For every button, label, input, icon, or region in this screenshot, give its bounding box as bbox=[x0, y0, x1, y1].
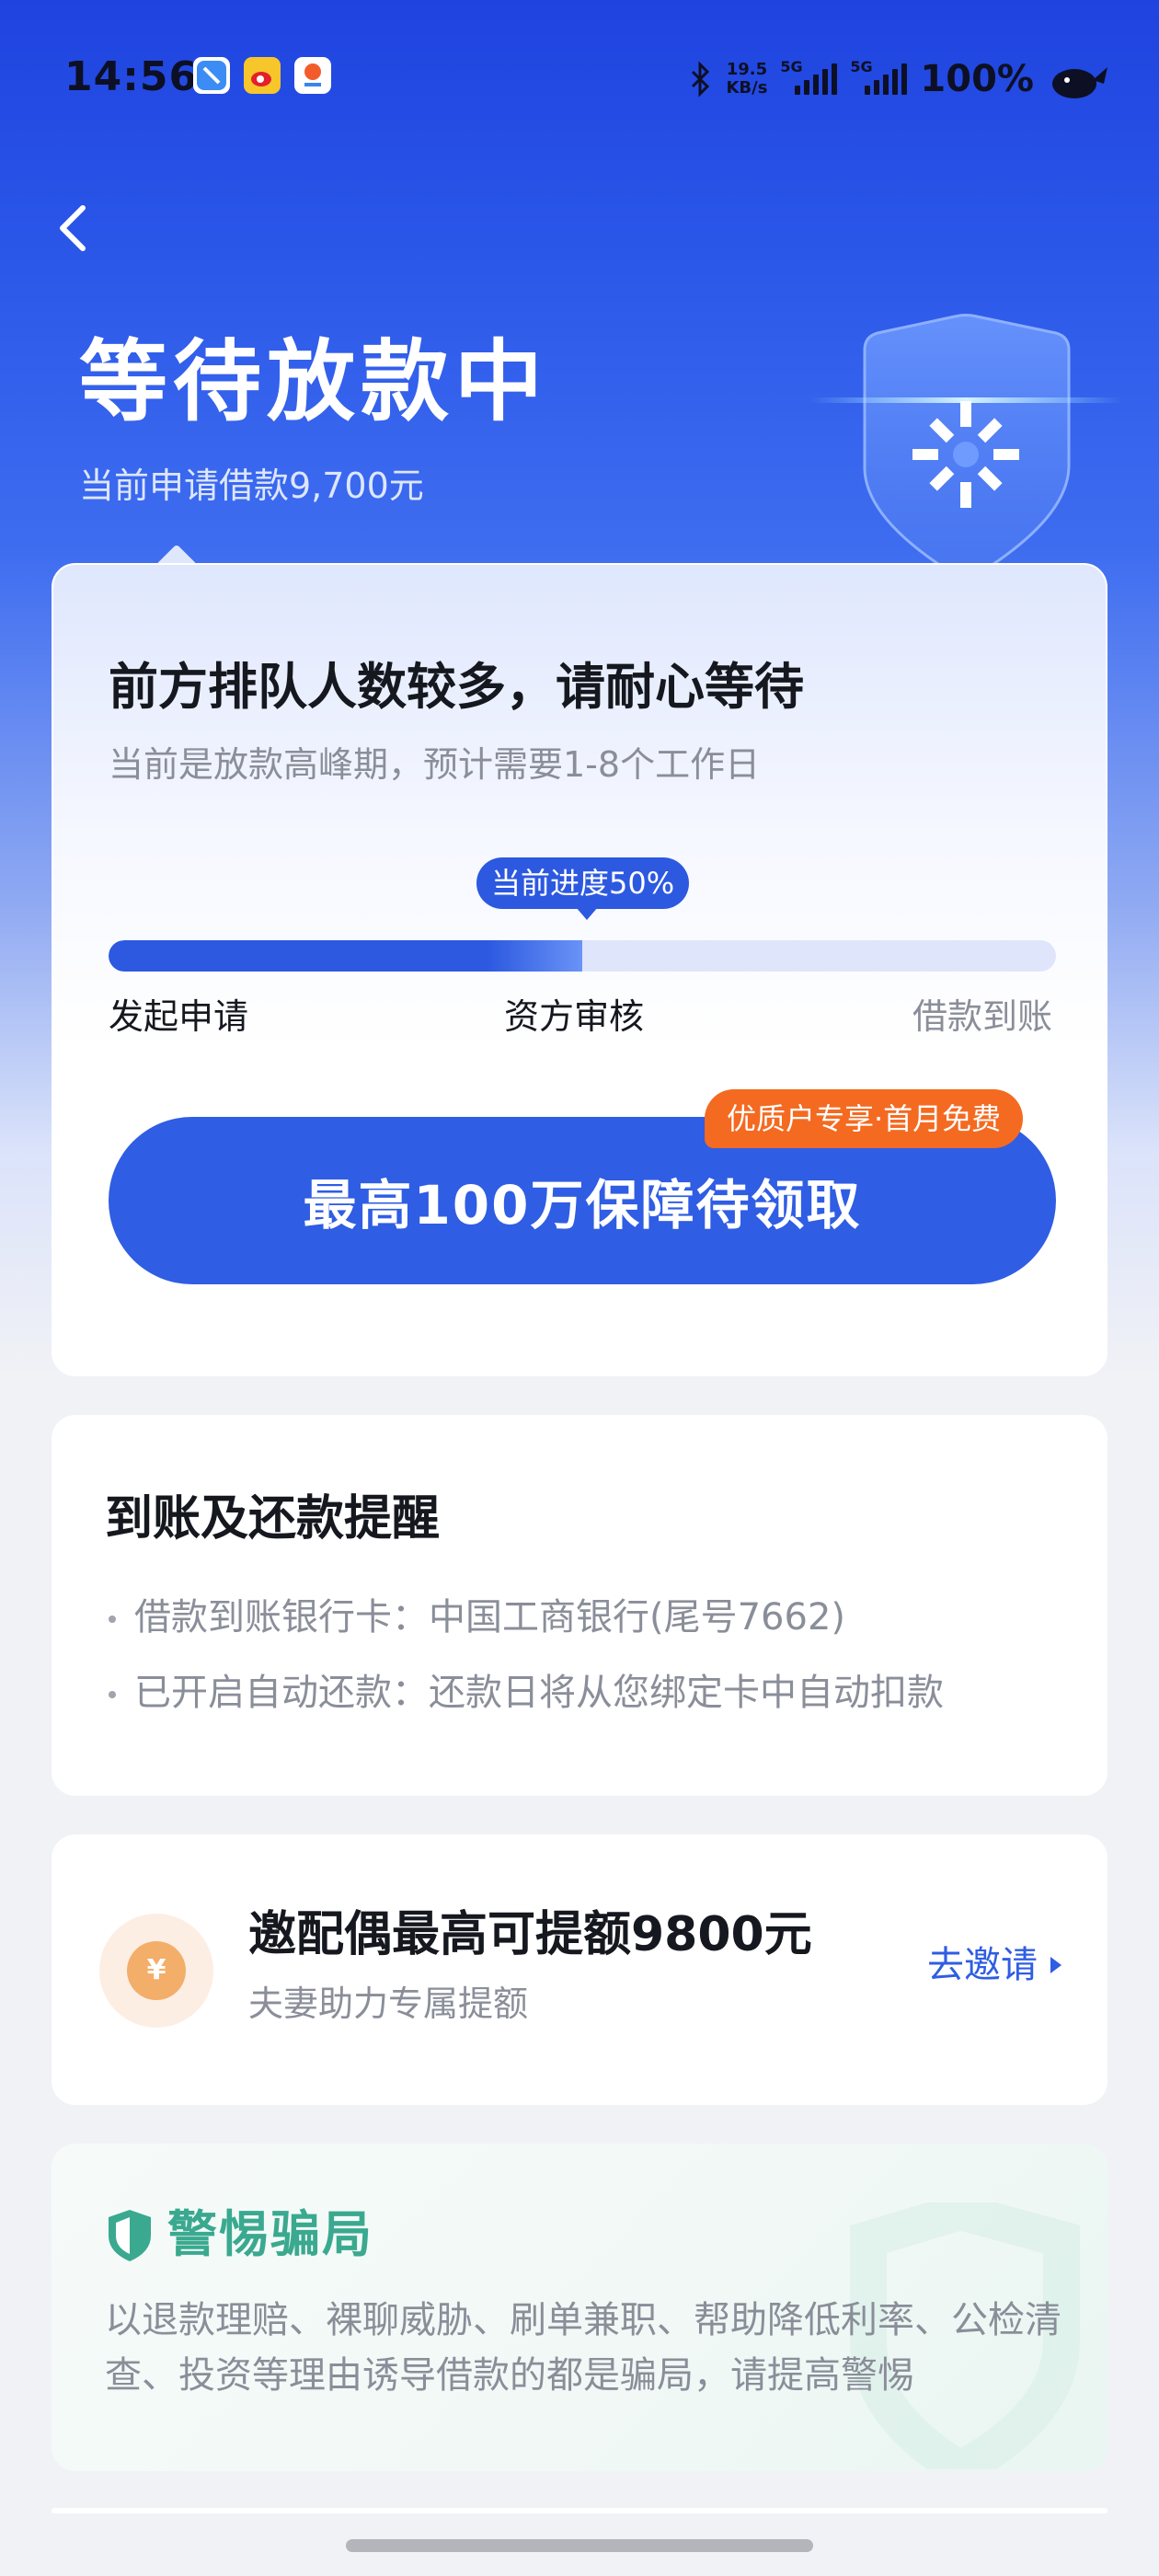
map-app-icon bbox=[294, 57, 331, 94]
invite-subtitle: 夫妻助力专属提额 bbox=[248, 1984, 529, 2024]
page-title: 等待放款中 bbox=[79, 330, 548, 433]
warning-text: 以退款理赔、裸聊威胁、刷单兼职、帮助降低利率、公检清查、投资等理由诱导借款的都是… bbox=[105, 2299, 1061, 2397]
home-indicator[interactable] bbox=[346, 2539, 813, 2552]
shield-logo-icon bbox=[809, 314, 1122, 583]
next-card-edge bbox=[52, 2508, 1107, 2513]
signal-sim2-icon: 5G bbox=[850, 58, 908, 95]
invite-spouse-card[interactable]: ¥ 邀配偶最高可提额9800元 夫妻助力专属提额 去邀请 bbox=[52, 1834, 1107, 2105]
reminder-item-text: 已开启自动还款：还款日将从您绑定卡中自动扣款 bbox=[134, 1672, 944, 1714]
bullet-icon bbox=[109, 1616, 116, 1623]
network-speed: 19.5 KB/s bbox=[726, 61, 767, 98]
caret-right-icon bbox=[1050, 1957, 1061, 1973]
bluetooth-icon bbox=[692, 61, 710, 98]
status-bar: 14:56 19.5 KB/s 5G 5G 100% bbox=[0, 0, 1159, 156]
premium-badge: 优质户专享·首月免费 bbox=[705, 1089, 1024, 1148]
notification-app-icon bbox=[193, 57, 230, 94]
reminder-item-bank-card: 借款到账银行卡：中国工商银行(尾号7662) bbox=[105, 1592, 845, 1643]
progress-track bbox=[109, 940, 1056, 972]
battery-level: 100% bbox=[920, 58, 1034, 100]
reminder-title: 到账及还款提醒 bbox=[105, 1491, 441, 1547]
progress-fill bbox=[109, 940, 582, 972]
invite-link-label: 去邀请 bbox=[927, 1944, 1038, 1986]
queue-subtitle: 当前是放款高峰期，预计需要1-8个工作日 bbox=[109, 744, 761, 785]
reminder-item-text: 借款到账银行卡：中国工商银行(尾号7662) bbox=[134, 1596, 846, 1639]
coin-icon: ¥ bbox=[99, 1914, 213, 2028]
step-apply: 发起申请 bbox=[109, 996, 249, 1037]
sim1-network-label: 5G bbox=[780, 58, 803, 75]
coin-symbol: ¥ bbox=[127, 1941, 186, 2000]
queue-title: 前方排队人数较多，请耐心等待 bbox=[109, 658, 804, 716]
progress-card: 前方排队人数较多，请耐心等待 当前是放款高峰期，预计需要1-8个工作日 当前进度… bbox=[52, 563, 1107, 1376]
progress-tooltip: 当前进度50% bbox=[476, 857, 690, 920]
status-indicators: 19.5 KB/s 5G 5G 100% bbox=[687, 53, 1111, 105]
chevron-left-icon bbox=[60, 205, 86, 251]
loan-amount-subtitle: 当前申请借款9,700元 bbox=[79, 466, 424, 506]
weibo-icon bbox=[244, 57, 281, 94]
step-review: 资方审核 bbox=[504, 996, 645, 1037]
bullet-icon bbox=[109, 1691, 116, 1698]
warning-title: 警惕骗局 bbox=[167, 2205, 373, 2263]
back-button[interactable] bbox=[52, 199, 96, 258]
network-speed-unit: KB/s bbox=[726, 78, 768, 98]
shield-check-icon bbox=[109, 2210, 151, 2261]
whale-battery-icon bbox=[1052, 67, 1107, 98]
reminder-item-auto-repay: 已开启自动还款：还款日将从您绑定卡中自动扣款 bbox=[105, 1667, 944, 1719]
invite-title: 邀配偶最高可提额9800元 bbox=[248, 1907, 812, 1962]
invite-link[interactable]: 去邀请 bbox=[927, 1939, 1061, 1991]
reminder-card: 到账及还款提醒 借款到账银行卡：中国工商银行(尾号7662) 已开启自动还款：还… bbox=[52, 1415, 1107, 1796]
network-speed-value: 19.5 bbox=[726, 60, 768, 79]
status-time: 14:56 bbox=[64, 53, 199, 100]
signal-sim1-icon: 5G bbox=[780, 58, 838, 95]
sim2-network-label: 5G bbox=[850, 58, 873, 75]
step-disbursed: 借款到账 bbox=[912, 996, 1052, 1037]
fraud-warning-card: 警惕骗局 以退款理赔、裸聊威胁、刷单兼职、帮助降低利率、公检清查、投资等理由诱导… bbox=[52, 2144, 1107, 2471]
